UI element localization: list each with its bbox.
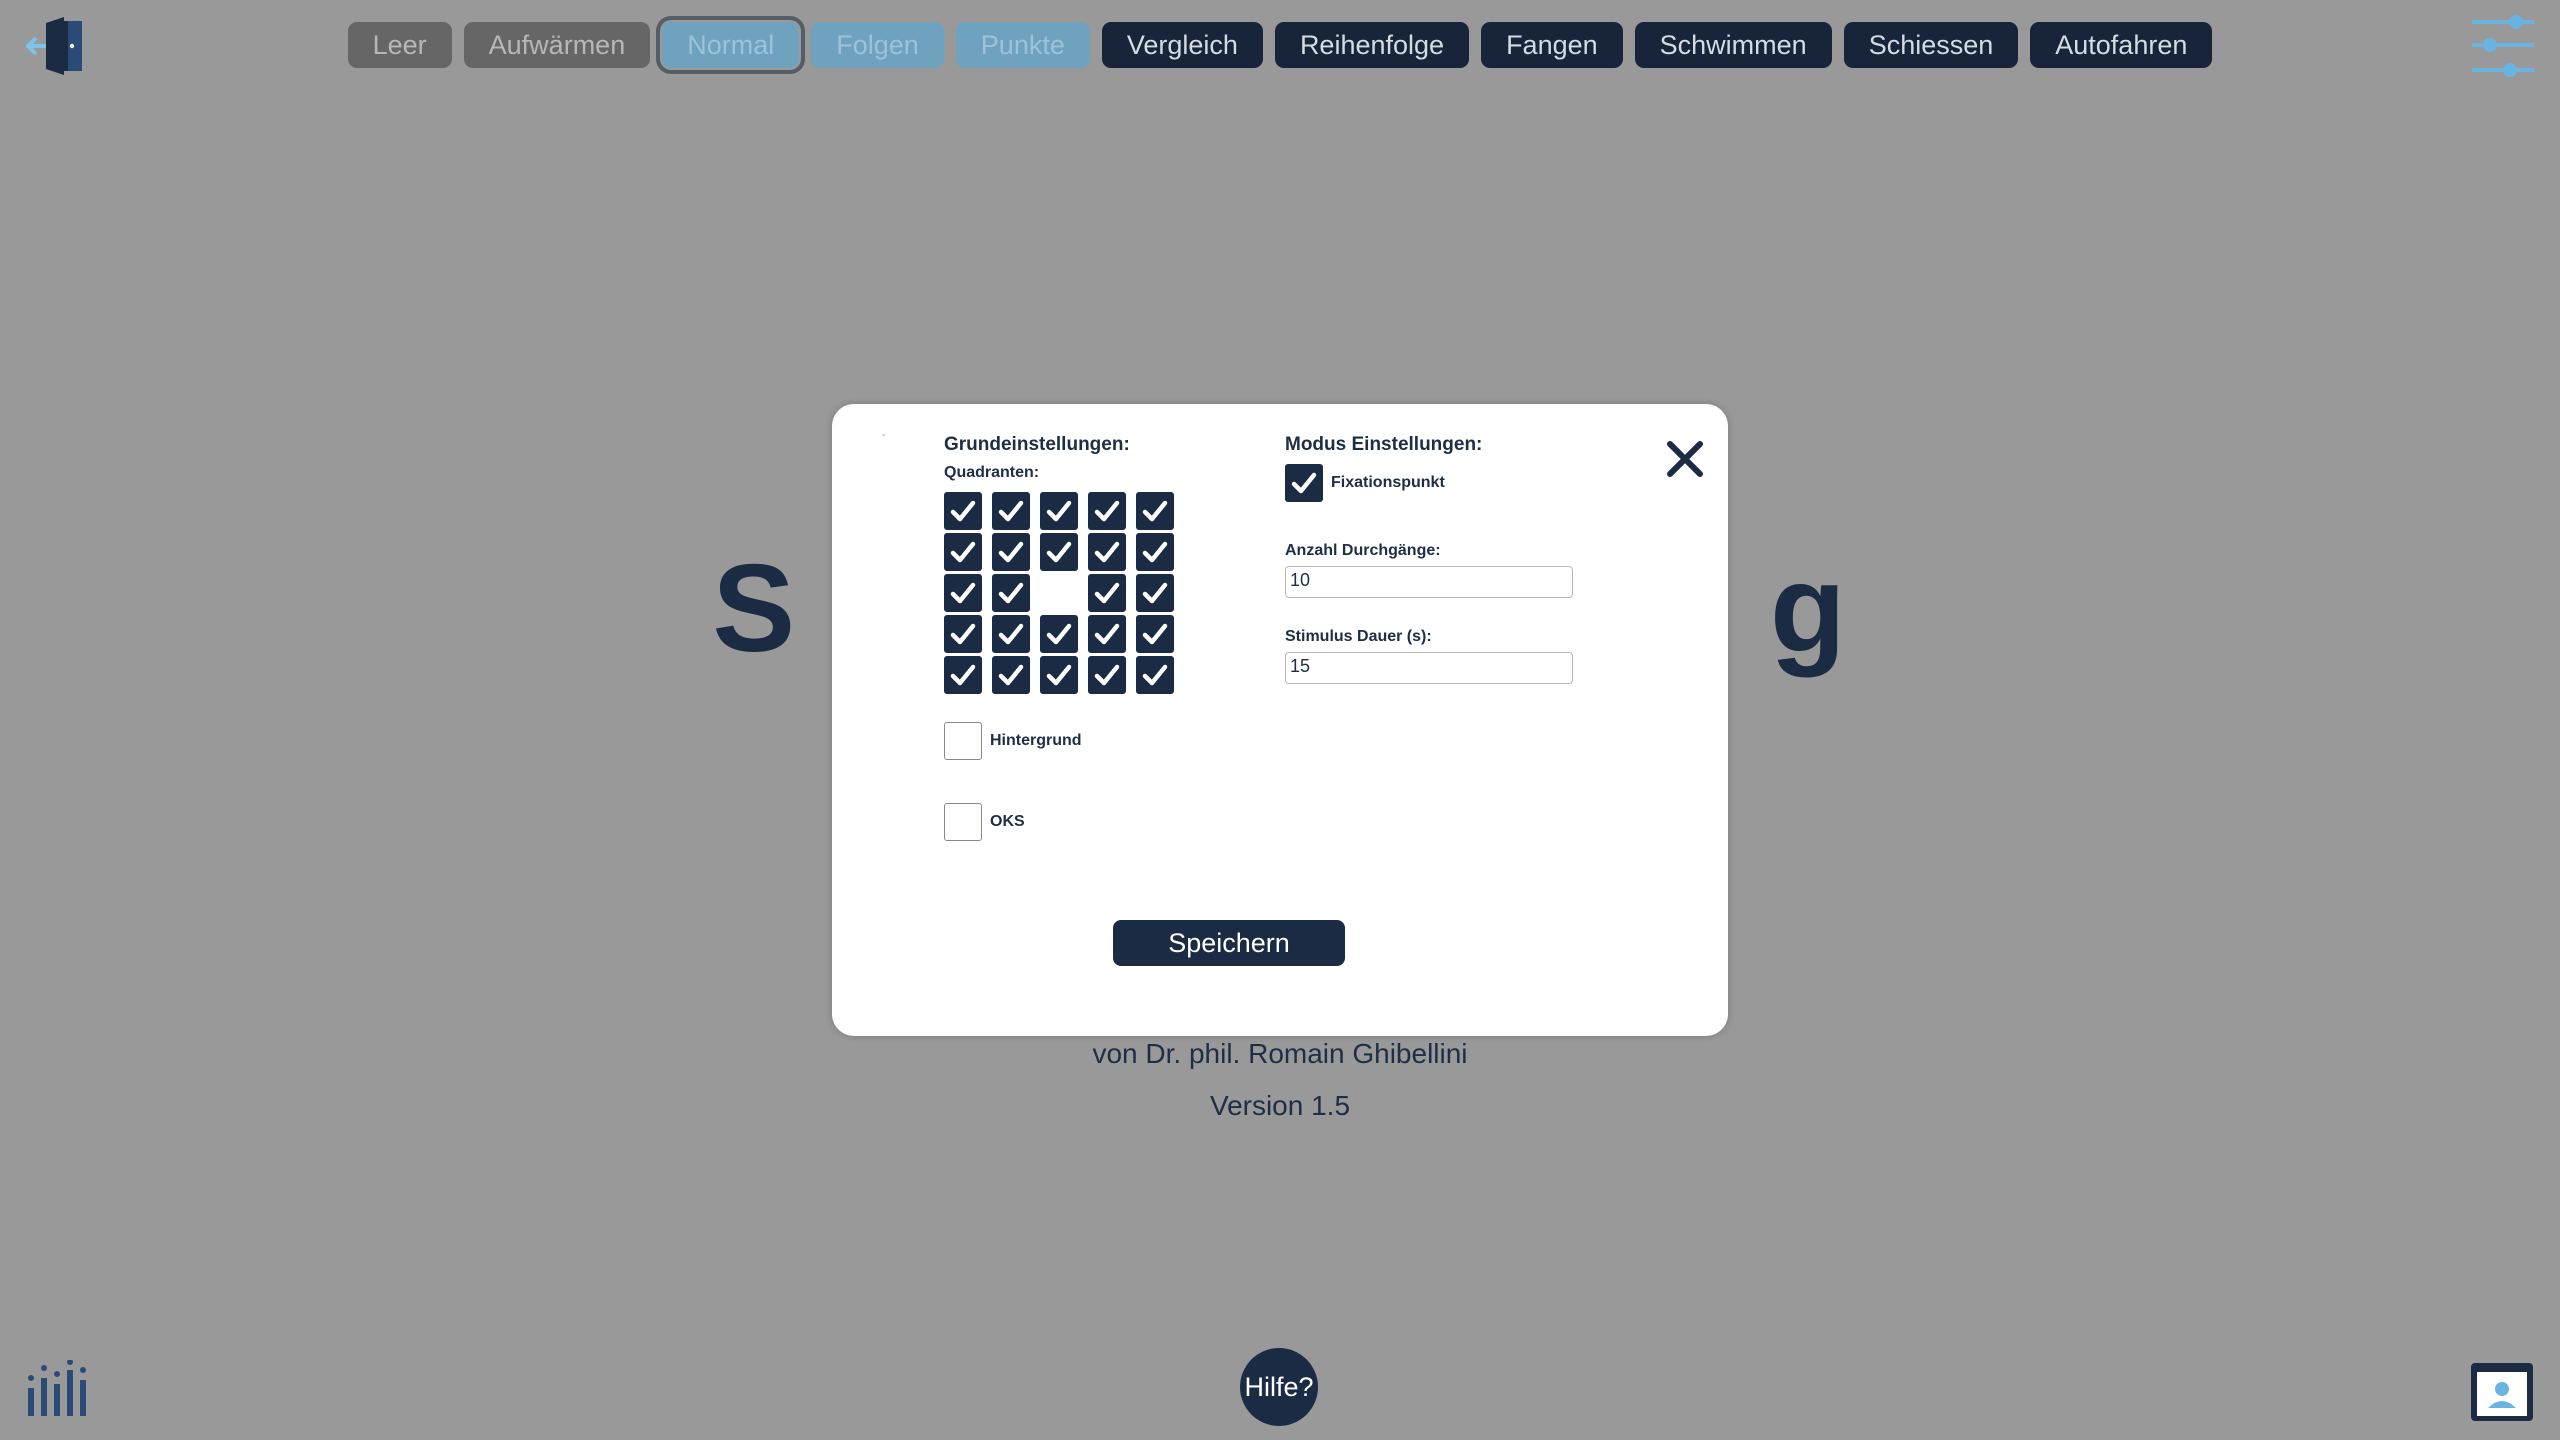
mode-punkte[interactable]: Punkte <box>955 22 1090 68</box>
quadrant-checkbox-r4-c1[interactable] <box>944 615 982 653</box>
settings-modal: - Grundeinstellungen: Quadranten: Hinter… <box>832 404 1728 1036</box>
mode-tabs: Leer Aufwärmen Normal Folgen Punkte Verg… <box>0 16 2560 74</box>
mode-settings: Modus Einstellungen: Fixationspunkt Anza… <box>1285 434 1573 684</box>
oks-checkbox[interactable] <box>944 803 982 841</box>
checkmark-icon <box>1046 541 1072 563</box>
checkmark-icon <box>1094 541 1120 563</box>
checkmark-icon <box>1094 664 1120 686</box>
quadrant-checkbox-r5-c3[interactable] <box>1040 656 1078 694</box>
quadrant-checkbox-r4-c3[interactable] <box>1040 615 1078 653</box>
mode-autofahren[interactable]: Autofahren <box>2030 22 2213 68</box>
sliders-icon[interactable] <box>2470 14 2536 80</box>
mode-schwimmen[interactable]: Schwimmen <box>1634 22 1832 68</box>
quadrant-checkbox-r3-c2[interactable] <box>992 574 1030 612</box>
author-text: von Dr. phil. Romain Ghibellini <box>1092 1038 1468 1069</box>
quadrant-checkbox-r1-c1[interactable] <box>944 492 982 530</box>
mode-normal[interactable]: Normal <box>656 16 806 74</box>
help-button[interactable]: Hilfe? <box>1240 1348 1318 1426</box>
modal-hint: - <box>882 430 886 441</box>
checkmark-icon <box>1094 500 1120 522</box>
runs-label: Anzahl Durchgänge: <box>1285 542 1441 559</box>
checkmark-icon <box>998 541 1024 563</box>
quadrant-checkbox-r4-c5[interactable] <box>1136 615 1174 653</box>
background-checkbox[interactable] <box>944 722 982 760</box>
checkmark-icon <box>1142 500 1168 522</box>
quadrant-checkbox-r3-c4[interactable] <box>1088 574 1126 612</box>
quadrant-checkbox-r2-c2[interactable] <box>992 533 1030 571</box>
checkmark-icon <box>998 664 1024 686</box>
mode-folgen[interactable]: Folgen <box>811 22 944 68</box>
quadrant-checkbox-r1-c5[interactable] <box>1136 492 1174 530</box>
quadrant-checkbox-r5-c4[interactable] <box>1088 656 1126 694</box>
quadrant-checkbox-r4-c2[interactable] <box>992 615 1030 653</box>
quadrants-label: Quadranten: <box>944 464 1040 481</box>
background-option: Hintergrund <box>944 722 1174 760</box>
quadrant-checkbox-r3-c5[interactable] <box>1136 574 1174 612</box>
duration-label: Stimulus Dauer (s): <box>1285 628 1432 645</box>
basic-settings: Grundeinstellungen: Quadranten: Hintergr… <box>944 434 1174 841</box>
quadrant-checkbox-r5-c2[interactable] <box>992 656 1030 694</box>
quadrant-checkbox-r2-c5[interactable] <box>1136 533 1174 571</box>
mode-settings-title: Modus Einstellungen: <box>1285 434 1483 455</box>
checkmark-icon <box>1142 582 1168 604</box>
checkmark-icon <box>1142 664 1168 686</box>
mode-aufwaermen[interactable]: Aufwärmen <box>463 22 651 68</box>
runs-input[interactable]: 10 <box>1285 566 1573 598</box>
version-text: Version 1.5 <box>1209 1090 1351 1121</box>
checkmark-icon <box>1046 500 1072 522</box>
quadrant-checkbox-r3-c1[interactable] <box>944 574 982 612</box>
checkmark-icon <box>1046 664 1072 686</box>
quadrant-checkbox-r1-c2[interactable] <box>992 492 1030 530</box>
quadrant-checkbox-r2-c1[interactable] <box>944 533 982 571</box>
quadrant-checkbox-r1-c4[interactable] <box>1088 492 1126 530</box>
duration-input[interactable]: 15 <box>1285 652 1573 684</box>
mode-reihenfolge[interactable]: Reihenfolge <box>1274 22 1470 68</box>
basic-settings-title: Grundeinstellungen: <box>944 434 1130 455</box>
fixation-label: Fixationspunkt <box>1331 474 1445 491</box>
checkmark-icon <box>998 623 1024 645</box>
mode-leer[interactable]: Leer <box>347 22 452 68</box>
quadrant-grid <box>944 492 1174 694</box>
save-button[interactable]: Speichern <box>1113 920 1345 966</box>
mode-schiessen[interactable]: Schiessen <box>1843 22 2019 68</box>
checkmark-icon <box>950 541 976 563</box>
profile-card-icon[interactable] <box>2470 1362 2534 1422</box>
mode-vergleich[interactable]: Vergleich <box>1101 22 1263 68</box>
checkmark-icon <box>1142 623 1168 645</box>
checkmark-icon <box>950 664 976 686</box>
checkmark-icon <box>1291 472 1317 494</box>
checkmark-icon <box>950 623 976 645</box>
checkmark-icon <box>998 582 1024 604</box>
title-start-fragment: S <box>712 540 798 678</box>
checkmark-icon <box>950 500 976 522</box>
close-icon[interactable] <box>1660 434 1710 484</box>
title-end-fragment: g <box>1769 540 1848 678</box>
oks-option: OKS <box>944 803 1174 841</box>
bar-chart-icon[interactable] <box>26 1359 88 1418</box>
quadrant-checkbox-r4-c4[interactable] <box>1088 615 1126 653</box>
oks-label: OKS <box>990 813 1025 830</box>
quadrant-checkbox-r5-c5[interactable] <box>1136 656 1174 694</box>
quadrant-checkbox-r1-c3[interactable] <box>1040 492 1078 530</box>
checkmark-icon <box>1094 582 1120 604</box>
background-label: Hintergrund <box>990 732 1082 749</box>
mode-fangen[interactable]: Fangen <box>1481 22 1623 68</box>
checkmark-icon <box>950 582 976 604</box>
checkmark-icon <box>1142 541 1168 563</box>
checkmark-icon <box>1046 623 1072 645</box>
quadrant-checkbox-r5-c1[interactable] <box>944 656 982 694</box>
fixation-option: Fixationspunkt <box>1285 464 1573 502</box>
checkmark-icon <box>1094 623 1120 645</box>
quadrant-checkbox-r2-c4[interactable] <box>1088 533 1126 571</box>
checkmark-icon <box>998 500 1024 522</box>
fixation-checkbox[interactable] <box>1285 464 1323 502</box>
quadrant-checkbox-r2-c3[interactable] <box>1040 533 1078 571</box>
